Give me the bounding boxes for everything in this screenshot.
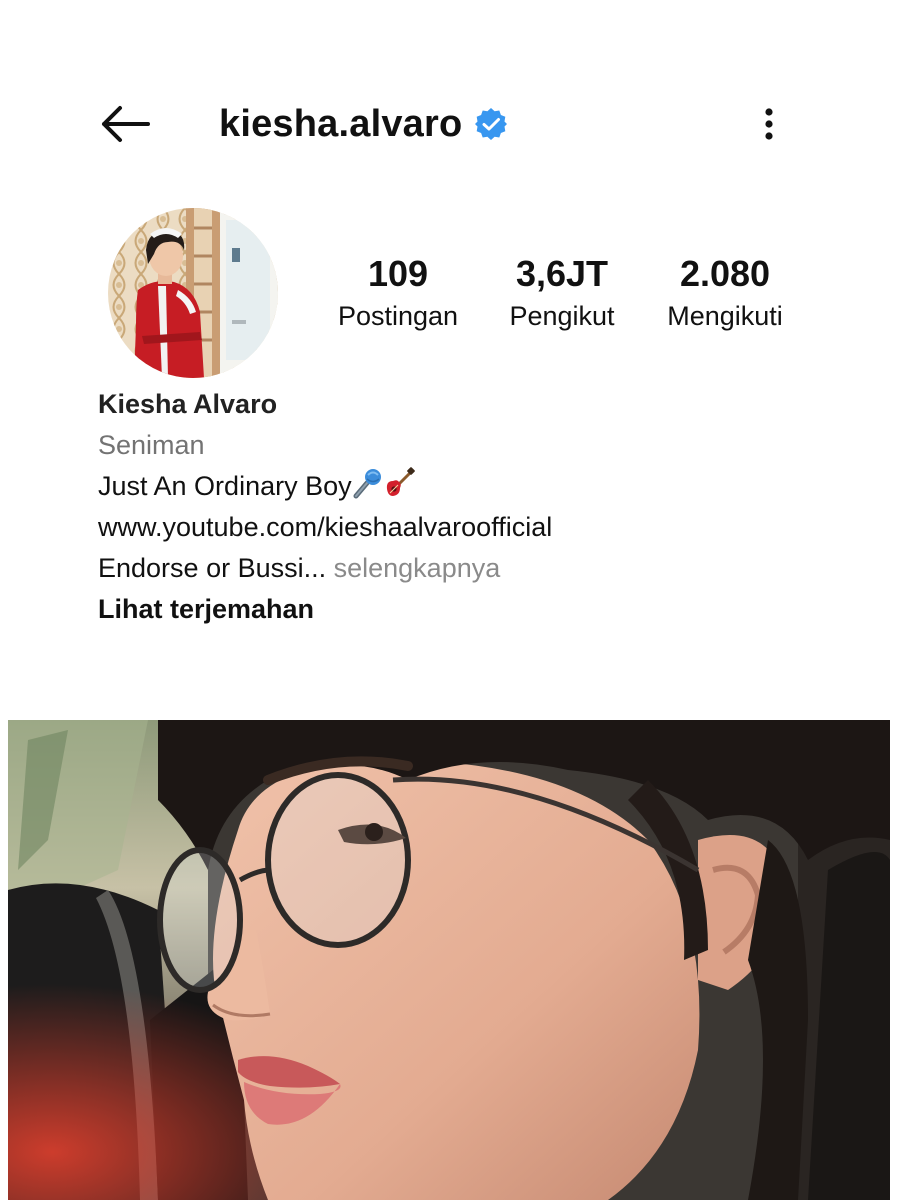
see-more-link[interactable]: selengkapnya [326,553,501,583]
display-name: Kiesha Alvaro [98,389,278,419]
bio-tagline-text: Just An Ordinary Boy [98,471,352,501]
profile-category: Seniman [98,430,205,460]
post-photo[interactable] [8,720,890,1200]
followers-label: Pengikut [509,301,615,331]
posts-label: Postingan [337,301,459,331]
username-title: kiesha.alvaro [219,100,508,148]
arrow-left-icon [96,102,154,146]
guitar-icon [384,467,416,499]
posts-value: 109 [367,253,429,294]
following-value: 2.080 [679,253,771,294]
followers-value: 3,6JT [515,253,609,294]
bio-tagline: Just An Ordinary Boy [98,466,818,507]
profile-bio: Kiesha Alvaro Seniman Just An Ordinary B… [98,384,818,630]
bio-truncated: Endorse or Bussi... selengkapnya [98,548,818,589]
profile-header: kiesha.alvaro [0,92,900,156]
followers-count[interactable]: 3,6JT Pengikut [502,252,622,334]
more-vertical-icon [752,108,786,150]
more-options-button[interactable] [752,102,786,146]
following-label: Mengikuti [667,301,783,331]
verified-badge-icon [474,107,508,141]
posts-count[interactable]: 109 Postingan [330,252,466,334]
microphone-icon [352,467,384,499]
username: kiesha.alvaro [219,102,463,145]
translate-link[interactable]: Lihat terjemahan [98,589,818,630]
bio-link[interactable]: www.youtube.com/kieshaalvaroofficial [98,507,818,548]
following-count[interactable]: 2.080 Mengikuti [658,252,792,334]
profile-stats: 109 Postingan 3,6JT Pengikut 2.080 Mengi… [0,252,900,352]
bio-truncated-text: Endorse or Bussi... [98,553,327,583]
back-button[interactable] [96,102,154,146]
